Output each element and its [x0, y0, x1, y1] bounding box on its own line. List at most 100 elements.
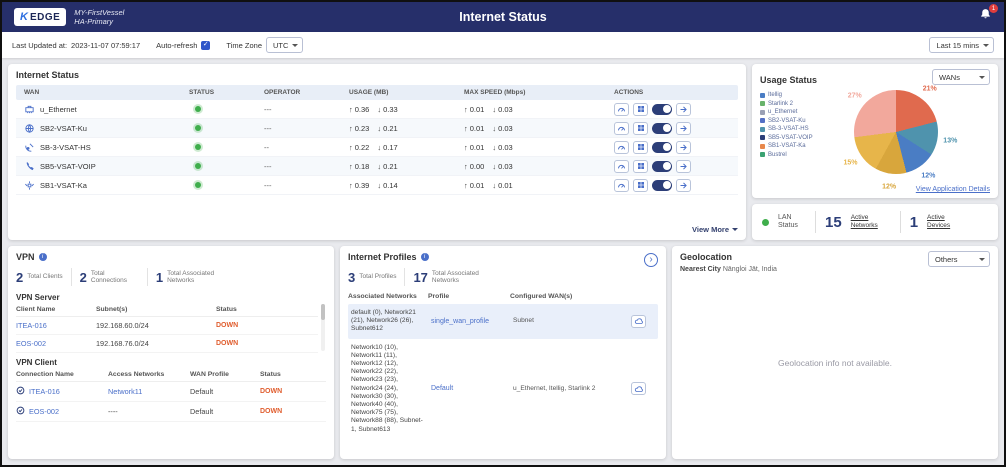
usage-details-button[interactable]: [633, 160, 648, 173]
wan-enable-toggle[interactable]: [652, 142, 672, 153]
expand-panel-button[interactable]: [644, 253, 658, 267]
notifications-button[interactable]: 1: [979, 8, 992, 26]
stat-label: Total Associated Networks: [432, 270, 480, 285]
scrollbar-thumb[interactable]: [321, 304, 325, 320]
time-zone-control: Time Zone UTC: [226, 37, 303, 53]
connection-name-link[interactable]: ITEA-016: [29, 387, 60, 396]
access-networks-value[interactable]: Network11: [108, 387, 190, 396]
vpn-stat-clients: 2 Total Clients: [16, 270, 63, 285]
geolocation-filter-select[interactable]: Others: [928, 251, 990, 267]
download-arrow-icon: [369, 162, 383, 171]
last-updated-label: Last Updated at:: [12, 41, 67, 50]
legend-item: u_Ethernet: [760, 109, 813, 115]
speed-upload: 0.01: [470, 143, 485, 152]
time-zone-label: Time Zone: [226, 41, 262, 50]
satellite-icon: [24, 180, 35, 191]
usage-details-button[interactable]: [633, 179, 648, 192]
speed-upload: 0.01: [470, 105, 485, 114]
time-zone-select[interactable]: UTC: [266, 37, 303, 53]
wan-details-button[interactable]: [676, 141, 691, 154]
profile-name-link[interactable]: single_wan_profile: [431, 318, 513, 325]
speed-test-button[interactable]: [614, 103, 629, 116]
time-range-select[interactable]: Last 15 mins: [929, 37, 994, 53]
usage-details-button[interactable]: [633, 103, 648, 116]
profile-row: default (0), Network21 (21), Network26 (…: [348, 304, 658, 339]
profiles-stat-total: 3 Total Profiles: [348, 270, 396, 285]
profile-name-link[interactable]: Default: [431, 385, 513, 392]
col-subnets: Subnet(s): [96, 306, 216, 313]
notification-badge: 1: [989, 4, 998, 13]
wan-details-button[interactable]: [676, 122, 691, 135]
app-logo[interactable]: K EDGE: [14, 8, 66, 26]
stat-label: Total Connections: [91, 270, 139, 285]
wan-name[interactable]: SB5-VSAT-VOIP: [40, 162, 96, 171]
active-networks-link[interactable]: Active Networks: [851, 214, 891, 231]
stat-label: Total Profiles: [359, 273, 396, 281]
connection-name-link[interactable]: EOS-002: [29, 407, 59, 416]
wan-name[interactable]: SB2-VSAT-Ku: [40, 124, 87, 133]
legend-label: Bustrel: [768, 152, 787, 158]
globe-icon: [24, 123, 35, 134]
wan-details-button[interactable]: [676, 179, 691, 192]
speed-test-button[interactable]: [614, 141, 629, 154]
download-arrow-icon: [369, 181, 383, 190]
last-updated-value: 2023-11-07 07:59:17: [71, 41, 140, 50]
speed-test-button[interactable]: [614, 179, 629, 192]
status-online-dot: [195, 106, 201, 112]
pie-percent-label: 27%: [848, 92, 862, 99]
vpn-connection-icon: [16, 386, 25, 397]
subnet-value: 192.168.76.0/24: [96, 339, 216, 348]
cloud-action-button[interactable]: [631, 382, 646, 395]
legend-label: SB5-VSAT-VOIP: [768, 135, 813, 141]
usage-download: 0.21: [383, 124, 398, 133]
info-icon[interactable]: [421, 253, 429, 261]
usage-details-button[interactable]: [633, 122, 648, 135]
col-status: Status: [216, 306, 296, 313]
cloud-action-button[interactable]: [631, 315, 646, 328]
usage-upload: 0.39: [355, 181, 370, 190]
access-networks-value: ----: [108, 407, 190, 416]
legend-item: Itellig: [760, 92, 813, 98]
nearest-city: Nearest City Nāngloi Jāt, India: [680, 266, 990, 273]
status-badge: DOWN: [260, 388, 316, 395]
info-icon[interactable]: [39, 253, 47, 261]
col-configured-wans: Configured WAN(s): [510, 293, 628, 300]
download-arrow-icon: [484, 162, 498, 171]
wan-enable-toggle[interactable]: [652, 104, 672, 115]
wan-name[interactable]: u_Ethernet: [40, 105, 77, 114]
wan-details-button[interactable]: [676, 160, 691, 173]
speed-test-button[interactable]: [614, 160, 629, 173]
phone-icon: [24, 161, 35, 172]
stat-value: 3: [348, 270, 355, 285]
usage-details-button[interactable]: [633, 141, 648, 154]
auto-refresh-checkbox[interactable]: [201, 41, 210, 50]
active-devices-link[interactable]: Active Devices: [927, 214, 967, 231]
usage-upload: 0.36: [355, 105, 370, 114]
speed-test-button[interactable]: [614, 122, 629, 135]
col-client-name: Client Name: [16, 306, 96, 313]
col-usage: USAGE (MB): [349, 89, 464, 96]
stat-value: 17: [413, 270, 427, 285]
view-application-details-link[interactable]: View Application Details: [916, 186, 990, 193]
wan-name[interactable]: SB1-VSAT-Ka: [40, 181, 87, 190]
client-name-link[interactable]: EOS-002: [16, 339, 96, 348]
pie-percent-label: 13%: [943, 137, 957, 144]
legend-swatch: [760, 118, 765, 123]
wan-table-row: SB-3-VSAT-HS -- 0.220.17 0.010.03: [16, 138, 738, 157]
view-more-button[interactable]: View More: [692, 222, 738, 234]
wan-enable-toggle[interactable]: [652, 161, 672, 172]
wan-name[interactable]: SB-3-VSAT-HS: [40, 143, 91, 152]
col-access-networks: Access Networks: [108, 371, 190, 378]
wan-details-button[interactable]: [676, 103, 691, 116]
wan-enable-toggle[interactable]: [652, 123, 672, 134]
nearest-city-label: Nearest City: [680, 266, 721, 273]
nearest-city-value: Nāngloi Jāt, India: [723, 266, 777, 273]
client-name-link[interactable]: ITEA-016: [16, 321, 96, 330]
operator-value: ---: [264, 124, 349, 133]
usage-filter-select[interactable]: WANs: [932, 69, 990, 85]
legend-item: Starlink 2: [760, 101, 813, 107]
usage-pie[interactable]: [854, 90, 938, 174]
legend-label: Itellig: [768, 92, 782, 98]
legend-swatch: [760, 110, 765, 115]
wan-enable-toggle[interactable]: [652, 180, 672, 191]
